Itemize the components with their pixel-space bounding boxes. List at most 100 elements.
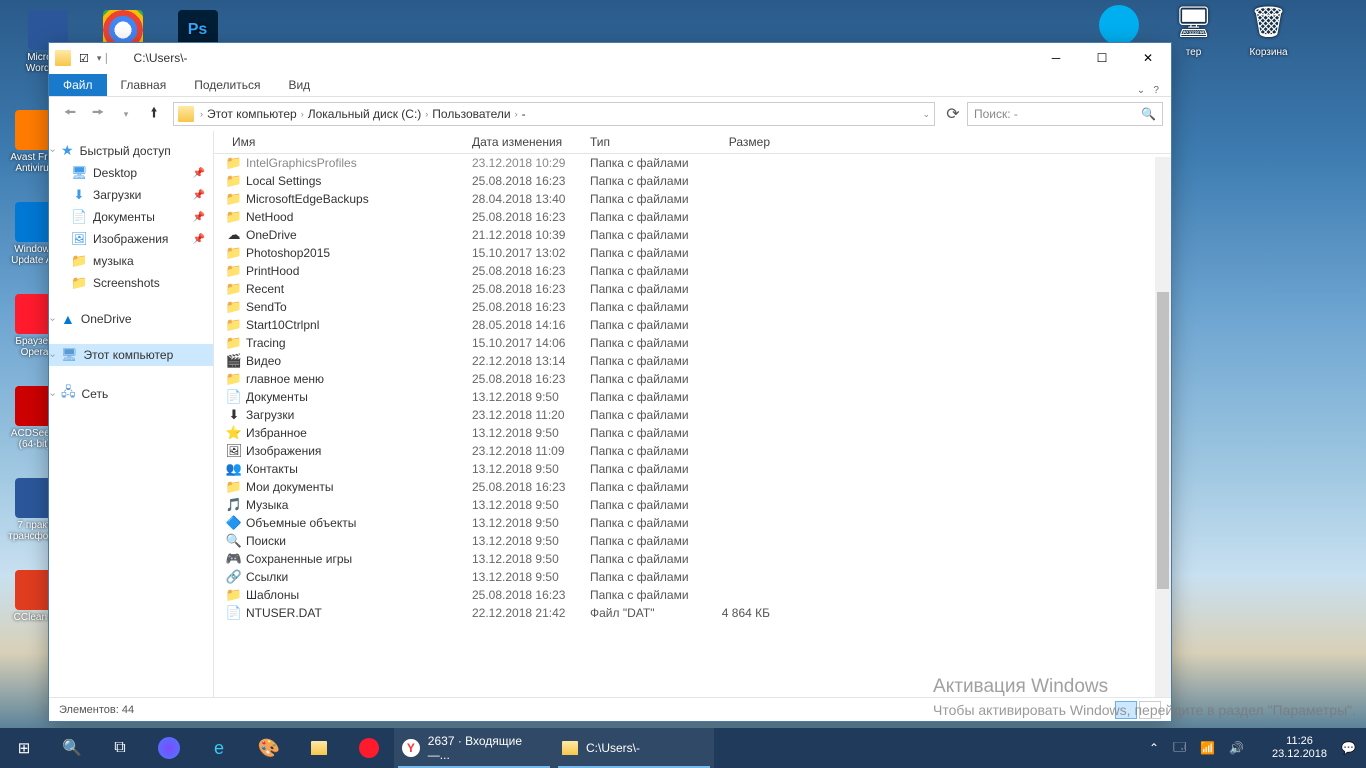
nav-quick-access[interactable]: ★Быстрый доступ (49, 139, 213, 162)
start-button[interactable]: ⊞ (0, 728, 48, 768)
table-row[interactable]: 🎮Сохраненные игры13.12.2018 9:50Папка с … (214, 550, 1171, 568)
system-tray[interactable]: ⌃ 🗔 📶 🔊 11:2623.12.2018 💬 (1139, 735, 1366, 761)
breadcrumb[interactable]: Пользователи (428, 107, 514, 121)
nav-up-button[interactable]: 🠙 (141, 101, 167, 127)
column-headers[interactable]: Имя Дата изменения Тип Размер (214, 131, 1171, 154)
clock[interactable]: 11:2623.12.2018 (1272, 735, 1327, 761)
col-type[interactable]: Тип (590, 135, 710, 149)
nav-network[interactable]: 🖧Сеть (49, 380, 213, 408)
col-size[interactable]: Размер (710, 135, 776, 149)
nav-quick-item[interactable]: 🖼Изображения📌 (49, 228, 213, 250)
search-input[interactable]: Поиск: -🔍 (967, 102, 1163, 126)
file-icon: 🔗 (224, 569, 244, 585)
taskbar-app-opera[interactable] (344, 728, 394, 768)
nav-recent-icon[interactable]: ▾ (113, 101, 139, 127)
table-row[interactable]: 📁Start10Ctrlpnl28.05.2018 14:16Папка с ф… (214, 316, 1171, 334)
file-icon: 🔷 (224, 515, 244, 531)
folder-icon: 🖼 (71, 231, 87, 247)
pin-icon: 📌 (193, 168, 205, 179)
qat-icon[interactable]: ☑ (79, 52, 89, 65)
table-row[interactable]: 📄Документы13.12.2018 9:50Папка с файлами (214, 388, 1171, 406)
table-row[interactable]: 📁главное меню25.08.2018 16:23Папка с фай… (214, 370, 1171, 388)
table-row[interactable]: ⬇Загрузки23.12.2018 11:20Папка с файлами (214, 406, 1171, 424)
maximize-button[interactable]: ☐ (1079, 43, 1125, 73)
qat-dropdown-icon[interactable]: ▾ │ (97, 53, 110, 64)
nav-forward-button[interactable]: 🠚 (85, 101, 111, 127)
table-row[interactable]: 📁MicrosoftEdgeBackups28.04.2018 13:40Пап… (214, 190, 1171, 208)
taskbar-app-edge[interactable]: e (194, 728, 244, 768)
table-row[interactable]: 📁IntelGraphicsProfiles23.12.2018 10:29Па… (214, 154, 1171, 172)
table-row[interactable]: ☁OneDrive21.12.2018 10:39Папка с файлами (214, 226, 1171, 244)
col-name[interactable]: Имя (214, 135, 472, 149)
table-row[interactable]: ⭐Избранное13.12.2018 9:50Папка с файлами (214, 424, 1171, 442)
table-row[interactable]: 📁PrintHood25.08.2018 16:23Папка с файлам… (214, 262, 1171, 280)
battery-icon[interactable]: 🗔 (1173, 738, 1186, 759)
chevron-down-icon[interactable]: ⌄ (922, 109, 930, 120)
activation-watermark: Активация Windows Чтобы активировать Win… (933, 676, 1356, 718)
table-row[interactable]: 🎬Видео22.12.2018 13:14Папка с файлами (214, 352, 1171, 370)
table-row[interactable]: 📁Шаблоны25.08.2018 16:23Папка с файлами (214, 586, 1171, 604)
table-row[interactable]: 🔗Ссылки13.12.2018 9:50Папка с файлами (214, 568, 1171, 586)
notifications-icon[interactable]: 💬 (1341, 741, 1356, 755)
taskview-button[interactable]: ⧉ (96, 728, 144, 768)
nav-quick-item[interactable]: 📄Документы📌 (49, 206, 213, 228)
address-bar[interactable]: ›Этот компьютер ›Локальный диск (C:) ›По… (173, 102, 935, 126)
search-icon: 🔍 (1141, 107, 1156, 121)
tab-home[interactable]: Главная (107, 74, 181, 96)
nav-quick-item[interactable]: ⬇Загрузки📌 (49, 184, 213, 206)
navigation-pane: ★Быстрый доступ 🖥Desktop📌⬇Загрузки📌📄Доку… (49, 131, 214, 697)
nav-back-button[interactable]: 🠘 (57, 101, 83, 127)
close-button[interactable]: ✕ (1125, 43, 1171, 73)
desktop-icon-recycle[interactable]: 🗑Корзина (1241, 5, 1296, 58)
tab-share[interactable]: Поделиться (180, 74, 274, 96)
status-text: Элементов: 44 (59, 704, 134, 716)
file-icon: 📁 (224, 335, 244, 351)
refresh-button[interactable]: ⟳ (941, 104, 965, 124)
network-icon: 🖧 (61, 383, 76, 405)
ribbon-expand-icon[interactable]: ⌄ ? (1125, 85, 1171, 96)
table-row[interactable]: 📁SendTo25.08.2018 16:23Папка с файлами (214, 298, 1171, 316)
table-row[interactable]: 📁NetHood25.08.2018 16:23Папка с файлами (214, 208, 1171, 226)
taskbar-app-paint[interactable]: 🎨 (244, 728, 294, 768)
tab-view[interactable]: Вид (274, 74, 324, 96)
tab-file[interactable]: Файл (49, 74, 107, 96)
desktop-icon-pc[interactable]: 🖥тер (1166, 5, 1221, 58)
taskbar-app-explorer-window[interactable]: C:\Users\- (554, 728, 714, 768)
table-row[interactable]: 🔷Объемные объекты13.12.2018 9:50Папка с … (214, 514, 1171, 532)
file-icon: 📁 (224, 281, 244, 297)
table-row[interactable]: 🔍Поиски13.12.2018 9:50Папка с файлами (214, 532, 1171, 550)
table-row[interactable]: 📁Recent25.08.2018 16:23Папка с файлами (214, 280, 1171, 298)
table-row[interactable]: 📄NTUSER.DAT22.12.2018 21:42Файл "DAT"4 8… (214, 604, 1171, 622)
table-row[interactable]: 🖼Изображения23.12.2018 11:09Папка с файл… (214, 442, 1171, 460)
taskbar-app-cortana[interactable] (144, 728, 194, 768)
titlebar[interactable]: ☑ ▾ │ C:\Users\- ─ ☐ ✕ (49, 43, 1171, 73)
scrollbar[interactable] (1155, 157, 1171, 697)
table-row[interactable]: 📁Мои документы25.08.2018 16:23Папка с фа… (214, 478, 1171, 496)
pin-icon: 📌 (193, 234, 205, 245)
table-row[interactable]: 📁Local Settings25.08.2018 16:23Папка с ф… (214, 172, 1171, 190)
nav-quick-item[interactable]: 📁музыка (49, 250, 213, 272)
taskbar-app-yandex[interactable]: Y2637 · Входящие —... (394, 728, 554, 768)
breadcrumb[interactable]: - (518, 107, 530, 121)
nav-onedrive[interactable]: ▲OneDrive (49, 308, 213, 330)
nav-quick-item[interactable]: 📁Screenshots (49, 272, 213, 294)
file-icon: 🔍 (224, 533, 244, 549)
nav-quick-item[interactable]: 🖥Desktop📌 (49, 162, 213, 184)
table-row[interactable]: 🎵Музыка13.12.2018 9:50Папка с файлами (214, 496, 1171, 514)
col-date[interactable]: Дата изменения (472, 135, 590, 149)
search-button[interactable]: 🔍 (48, 728, 96, 768)
minimize-button[interactable]: ─ (1033, 43, 1079, 73)
table-row[interactable]: 👥Контакты13.12.2018 9:50Папка с файлами (214, 460, 1171, 478)
file-icon: 📁 (224, 209, 244, 225)
tray-chevron-icon[interactable]: ⌃ (1149, 741, 1159, 755)
file-icon: 👥 (224, 461, 244, 477)
breadcrumb[interactable]: Локальный диск (C:) (304, 107, 426, 121)
taskbar-app-explorer[interactable] (294, 728, 344, 768)
folder-icon: 📁 (71, 275, 87, 291)
wifi-icon[interactable]: 📶 (1200, 741, 1215, 755)
nav-this-pc[interactable]: 🖥Этот компьютер (49, 344, 213, 366)
breadcrumb[interactable]: Этот компьютер (203, 107, 301, 121)
volume-icon[interactable]: 🔊 (1229, 741, 1244, 755)
table-row[interactable]: 📁Tracing15.10.2017 14:06Папка с файлами (214, 334, 1171, 352)
table-row[interactable]: 📁Photoshop201515.10.2017 13:02Папка с фа… (214, 244, 1171, 262)
